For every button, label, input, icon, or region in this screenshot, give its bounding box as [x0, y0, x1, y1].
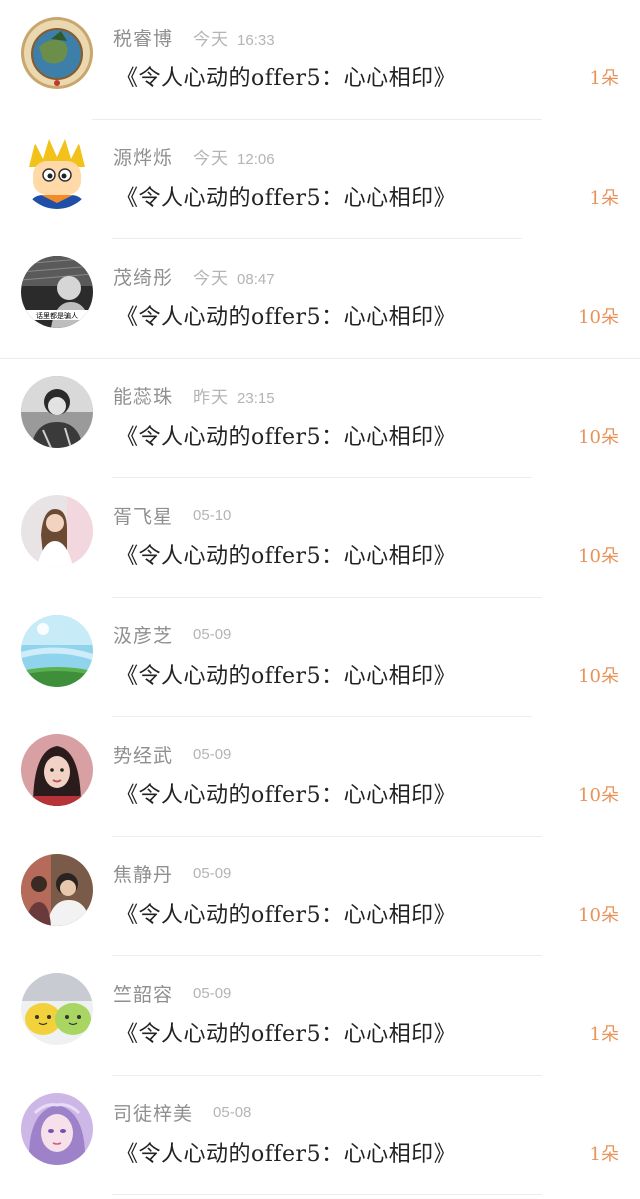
timestamp-time: 05-10 [193, 506, 232, 524]
timestamp: 05-10 [193, 507, 231, 524]
list-item[interactable]: 能蕊珠 昨天 23:15 《令人心动的offer5：心心相印》 10朵 [0, 359, 640, 478]
meta-line: 焦静丹 05-09 [113, 861, 231, 887]
sender-name: 汲彦芝 [113, 625, 174, 647]
bw-photo-avatar: 话里都是骗人 [21, 256, 93, 328]
list-item[interactable]: 源烨烁 今天 12:06 《令人心动的offer5：心心相印》 1朵 [0, 120, 640, 239]
list-item[interactable]: 竺韶容 05-09 《令人心动的offer5：心心相印》 1朵 [0, 956, 640, 1076]
gift-title: 《令人心动的offer5：心心相印》 [116, 185, 457, 211]
anime-girl-avatar [21, 1092, 93, 1165]
flower-count: 1朵 [589, 68, 619, 89]
gift-title: 《令人心动的offer5：心心相印》 [116, 663, 457, 689]
timestamp: 今天 08:47 [193, 264, 275, 289]
timestamp: 05-09 [193, 746, 231, 763]
meta-line: 茂绮彤 今天 08:47 [113, 263, 275, 289]
gift-title: 《令人心动的offer5：心心相印》 [116, 1141, 457, 1167]
list-item[interactable]: 汲彦芝 05-09 《令人心动的offer5：心心相印》 10朵 [0, 598, 640, 717]
woman-portrait-avatar [21, 734, 93, 806]
flower-count: 10朵 [578, 546, 619, 567]
list-item[interactable]: 胥飞星 05-10 《令人心动的offer5：心心相印》 10朵 [0, 478, 640, 598]
flower-count: 10朵 [578, 785, 619, 806]
timestamp-time: 05-09 [193, 865, 232, 882]
timestamp: 05-08 [213, 1104, 251, 1121]
avatar[interactable] [21, 734, 93, 806]
flower-count: 10朵 [578, 426, 619, 448]
avatar[interactable] [21, 1092, 93, 1165]
avatar[interactable] [21, 17, 93, 89]
timestamp: 今天 12:06 [193, 144, 275, 169]
gift-title: 《令人心动的offer5：心心相印》 [116, 66, 457, 91]
gift-title: 《令人心动的offer5：心心相印》 [116, 424, 457, 450]
gift-title: 《令人心动的offer5：心心相印》 [116, 544, 457, 569]
sender-name: 源烨烁 [113, 147, 174, 169]
timestamp-time: 16:33 [237, 31, 275, 49]
meta-line: 胥飞星 05-10 [113, 502, 231, 528]
timestamp-day: 今天 [193, 268, 230, 289]
timestamp: 05-09 [193, 626, 231, 643]
timestamp-time: 08:47 [237, 270, 275, 288]
meta-line: 司徒梓美 05-08 [113, 1100, 251, 1126]
timestamp: 05-09 [193, 865, 231, 882]
flower-count: 10朵 [578, 904, 619, 926]
sender-name: 势经武 [113, 744, 174, 767]
avatar[interactable] [21, 375, 93, 448]
meta-line: 竺韶容 05-09 [113, 980, 231, 1006]
avatar-caption: 话里都是骗人 [36, 311, 78, 320]
cartoon-character-avatar [21, 136, 93, 209]
timestamp-day: 今天 [193, 149, 230, 169]
timestamp-time: 23:15 [237, 390, 275, 407]
sender-name: 茂绮彤 [113, 266, 174, 289]
flower-count: 1朵 [589, 187, 619, 209]
flower-count: 10朵 [578, 307, 619, 328]
list-item[interactable]: 话里都是骗人 茂绮彤 今天 08:47 《令人心动的offer5：心心相印》 10… [0, 239, 640, 359]
timestamp-day: 昨天 [193, 388, 230, 408]
gift-title: 《令人心动的offer5：心心相印》 [116, 783, 457, 808]
timestamp-time: 05-09 [193, 745, 232, 763]
list-item[interactable]: 税睿博 今天 16:33 《令人心动的offer5：心心相印》 1朵 [0, 0, 640, 120]
globe-emblem-avatar [21, 17, 93, 89]
timestamp: 05-09 [193, 985, 231, 1002]
avatar[interactable] [21, 136, 93, 209]
meta-line: 源烨烁 今天 12:06 [113, 144, 275, 170]
timestamp-time: 12:06 [237, 151, 275, 168]
girl-photo-avatar [21, 495, 93, 567]
list-item[interactable]: 势经武 05-09 《令人心动的offer5：心心相印》 10朵 [0, 717, 640, 837]
meta-line: 能蕊珠 昨天 23:15 [113, 383, 275, 409]
flower-count: 1朵 [589, 1143, 619, 1165]
sender-name: 胥飞星 [113, 505, 174, 528]
sender-name: 能蕊珠 [113, 386, 174, 408]
avatar[interactable] [21, 495, 93, 567]
flower-count: 10朵 [578, 665, 619, 687]
meta-line: 税睿博 今天 16:33 [113, 24, 275, 50]
gift-title: 《令人心动的offer5：心心相印》 [116, 902, 457, 928]
meta-line: 势经武 05-09 [113, 741, 231, 767]
timestamp-time: 05-08 [213, 1104, 252, 1121]
gift-title: 《令人心动的offer5：心心相印》 [116, 305, 457, 330]
cute-blobs-avatar [21, 973, 93, 1045]
timestamp-day: 今天 [193, 29, 230, 50]
avatar[interactable] [21, 973, 93, 1045]
meta-line: 汲彦芝 05-09 [113, 622, 231, 648]
timestamp: 昨天 23:15 [193, 383, 275, 408]
sender-name: 司徒梓美 [113, 1103, 194, 1125]
avatar[interactable] [21, 614, 93, 687]
gift-title: 《令人心动的offer5：心心相印》 [116, 1022, 457, 1047]
divider [112, 1194, 542, 1195]
list-item[interactable]: 司徒梓美 05-08 《令人心动的offer5：心心相印》 1朵 [0, 1076, 640, 1195]
people-photo-avatar [21, 853, 93, 926]
avatar[interactable] [21, 853, 93, 926]
list-item[interactable]: 焦静丹 05-09 《令人心动的offer5：心心相印》 10朵 [0, 837, 640, 956]
bw-portrait-avatar [21, 375, 93, 448]
sky-landscape-avatar [21, 614, 93, 687]
gift-record-list: 税睿博 今天 16:33 《令人心动的offer5：心心相印》 1朵 源烨烁 今天… [0, 0, 640, 1199]
timestamp-time: 05-09 [193, 984, 232, 1002]
avatar[interactable]: 话里都是骗人 [21, 256, 93, 328]
sender-name: 税睿博 [113, 27, 174, 50]
sender-name: 焦静丹 [113, 864, 174, 886]
flower-count: 1朵 [589, 1024, 619, 1045]
timestamp-time: 05-09 [193, 626, 232, 643]
timestamp: 今天 16:33 [193, 25, 275, 50]
sender-name: 竺韶容 [113, 983, 174, 1006]
